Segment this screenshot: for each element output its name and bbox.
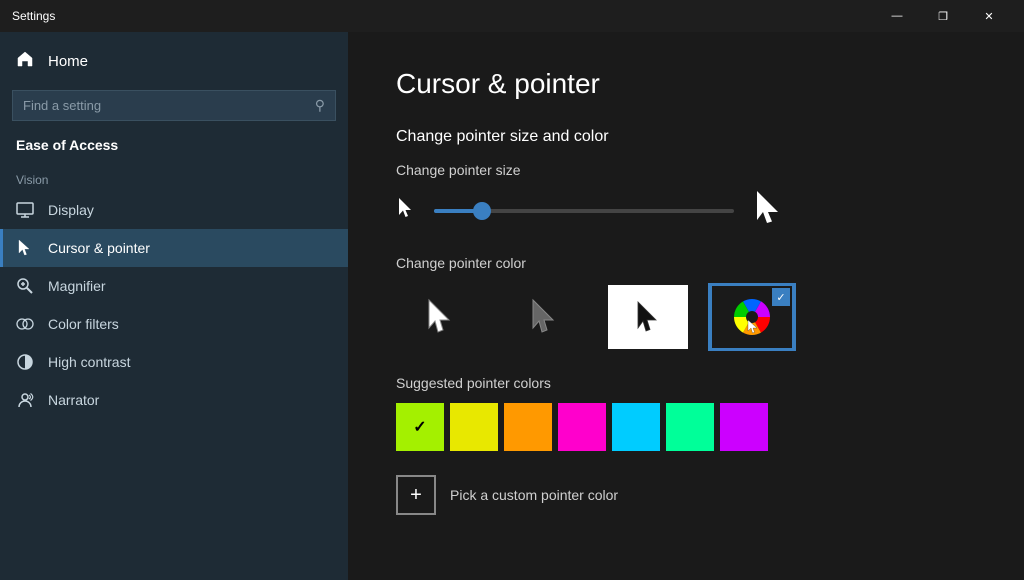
maximize-button[interactable]: ❐ bbox=[920, 0, 966, 32]
magnifier-icon bbox=[16, 277, 34, 295]
section-title: Change pointer size and color bbox=[396, 128, 976, 146]
slider-thumb[interactable] bbox=[473, 202, 491, 220]
home-icon bbox=[16, 50, 34, 72]
window-controls: — ❐ ✕ bbox=[874, 0, 1012, 32]
cursor-small-icon bbox=[396, 197, 414, 224]
sidebar-item-display[interactable]: Display bbox=[0, 191, 348, 229]
sidebar-item-narrator[interactable]: Narrator bbox=[0, 381, 348, 419]
magnifier-label: Magnifier bbox=[48, 278, 106, 294]
cursor-icon bbox=[16, 239, 34, 257]
narrator-label: Narrator bbox=[48, 392, 99, 408]
home-label: Home bbox=[48, 53, 88, 70]
titlebar: Settings — ❐ ✕ bbox=[0, 0, 1024, 32]
page-title: Cursor & pointer bbox=[396, 68, 976, 100]
cursor-color-inverted[interactable] bbox=[604, 283, 692, 351]
sidebar-item-cursor[interactable]: Cursor & pointer bbox=[0, 229, 348, 267]
sidebar-item-color-filters[interactable]: Color filters bbox=[0, 305, 348, 343]
swatch-orange[interactable] bbox=[504, 403, 552, 451]
search-box[interactable]: ⚲ bbox=[12, 90, 336, 121]
high-contrast-icon bbox=[16, 353, 34, 371]
cursor-color-custom[interactable]: ✓ bbox=[708, 283, 796, 351]
swatch-magenta[interactable] bbox=[558, 403, 606, 451]
display-icon bbox=[16, 201, 34, 219]
suggested-colors-label: Suggested pointer colors bbox=[396, 375, 976, 391]
display-label: Display bbox=[48, 202, 94, 218]
custom-color-row: + Pick a custom pointer color bbox=[396, 475, 976, 515]
search-input[interactable] bbox=[23, 98, 307, 113]
cursor-label: Cursor & pointer bbox=[48, 240, 150, 256]
sidebar: Home ⚲ Ease of Access Vision Display bbox=[0, 32, 348, 580]
search-icon: ⚲ bbox=[315, 97, 325, 114]
narrator-icon bbox=[16, 391, 34, 409]
custom-color-label: Pick a custom pointer color bbox=[450, 487, 618, 503]
high-contrast-label: High contrast bbox=[48, 354, 130, 370]
home-nav-item[interactable]: Home bbox=[0, 32, 348, 86]
pointer-size-label: Change pointer size bbox=[396, 162, 976, 178]
content-area: Cursor & pointer Change pointer size and… bbox=[348, 32, 1024, 580]
ease-of-access-label: Ease of Access bbox=[0, 133, 348, 165]
plus-icon: + bbox=[410, 484, 422, 507]
swatch-lime[interactable] bbox=[396, 403, 444, 451]
app-title: Settings bbox=[12, 9, 874, 23]
cursor-color-white[interactable] bbox=[396, 283, 484, 351]
color-filters-label: Color filters bbox=[48, 316, 119, 332]
pointer-size-slider[interactable] bbox=[434, 209, 734, 213]
pointer-color-options: ✓ bbox=[396, 283, 976, 351]
add-custom-color-button[interactable]: + bbox=[396, 475, 436, 515]
selected-check: ✓ bbox=[772, 288, 790, 306]
cursor-large-icon bbox=[754, 190, 784, 231]
pointer-color-label: Change pointer color bbox=[396, 255, 976, 271]
pointer-size-row bbox=[396, 190, 976, 231]
suggested-colors-row bbox=[396, 403, 976, 451]
sidebar-item-high-contrast[interactable]: High contrast bbox=[0, 343, 348, 381]
swatch-yellow[interactable] bbox=[450, 403, 498, 451]
minimize-button[interactable]: — bbox=[874, 0, 920, 32]
swatch-green[interactable] bbox=[666, 403, 714, 451]
swatch-cyan[interactable] bbox=[612, 403, 660, 451]
swatch-purple[interactable] bbox=[720, 403, 768, 451]
app-body: Home ⚲ Ease of Access Vision Display bbox=[0, 32, 1024, 580]
vision-section-label: Vision bbox=[0, 165, 348, 191]
sidebar-item-magnifier[interactable]: Magnifier bbox=[0, 267, 348, 305]
close-button[interactable]: ✕ bbox=[966, 0, 1012, 32]
color-filters-icon bbox=[16, 315, 34, 333]
cursor-color-black[interactable] bbox=[500, 283, 588, 351]
